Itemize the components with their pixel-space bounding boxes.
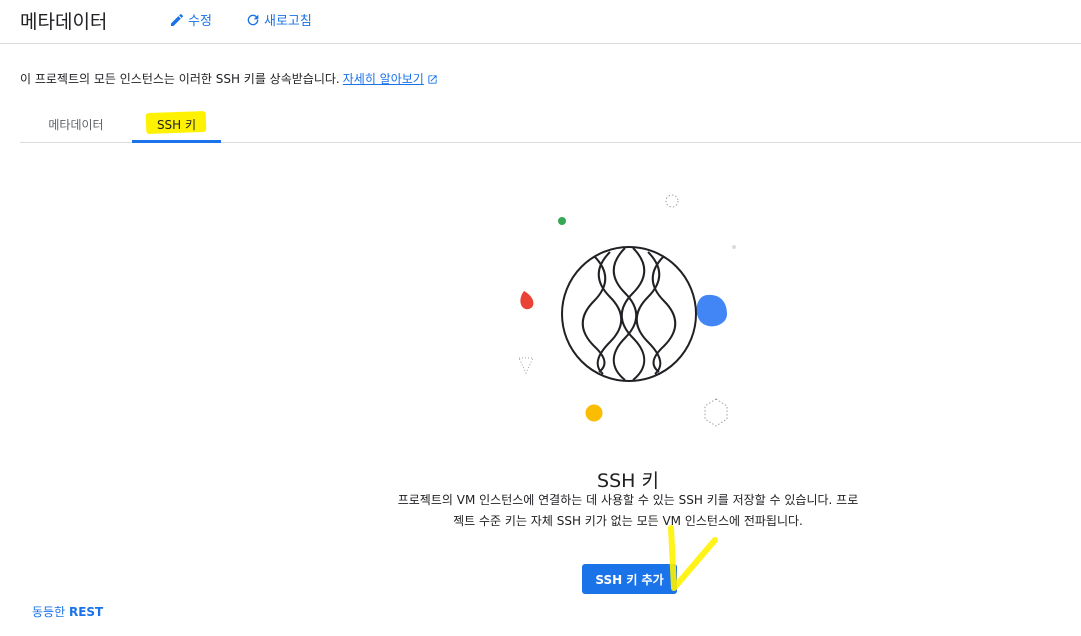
tab-bar: 메타데이터 SSH 키 [20, 108, 1081, 143]
rest-label: REST [68, 605, 104, 619]
refresh-button-label: 새로고침 [264, 14, 312, 29]
dotted-triangle-shape [518, 357, 534, 375]
dotted-circle-shape [665, 194, 679, 208]
page-title: 메타데이터 [20, 11, 108, 33]
tab-ssh-keys-label: SSH 키 [156, 118, 197, 132]
empty-state-title: SSH 키 [597, 470, 659, 492]
yellow-dot-shape [585, 404, 603, 422]
refresh-icon [245, 12, 261, 28]
tab-active-indicator [132, 140, 221, 143]
inheritance-text: 이 프로젝트의 모든 인스턴스는 이러한 SSH 키를 상속받습니다. [20, 72, 340, 86]
equivalent-rest-link[interactable]: 동등한 REST [32, 603, 103, 620]
inheritance-info: 이 프로젝트의 모든 인스턴스는 이러한 SSH 키를 상속받습니다. 자세히 알… [20, 70, 438, 88]
green-dot-shape [558, 217, 566, 225]
ssh-key-illustration [518, 194, 736, 427]
edit-button-label: 수정 [188, 14, 212, 29]
rest-prefix: 동등한 [32, 605, 66, 619]
external-link-icon [427, 74, 438, 88]
red-blob-shape [520, 291, 534, 310]
empty-state-description: 프로젝트의 VM 인스턴스에 연결하는 데 사용할 수 있는 SSH 키를 저장… [397, 493, 859, 528]
tab-metadata-label: 메타데이터 [48, 118, 104, 132]
add-ssh-key-button[interactable]: SSH 키 추가 [582, 564, 677, 594]
globe-icon [561, 246, 697, 382]
dotted-hexagon-shape [704, 398, 728, 427]
refresh-button[interactable]: 새로고침 [245, 10, 312, 29]
pencil-icon [169, 12, 185, 28]
tab-metadata[interactable]: 메타데이터 [20, 108, 132, 142]
blue-blob-shape [696, 294, 727, 327]
page-header: 메타데이터 수정 새로고침 [0, 0, 1081, 44]
learn-more-link[interactable]: 자세히 알아보기 [343, 72, 424, 86]
edit-button[interactable]: 수정 [169, 10, 212, 29]
tab-ssh-keys[interactable]: SSH 키 [132, 108, 221, 143]
grey-dot-shape [732, 245, 736, 249]
